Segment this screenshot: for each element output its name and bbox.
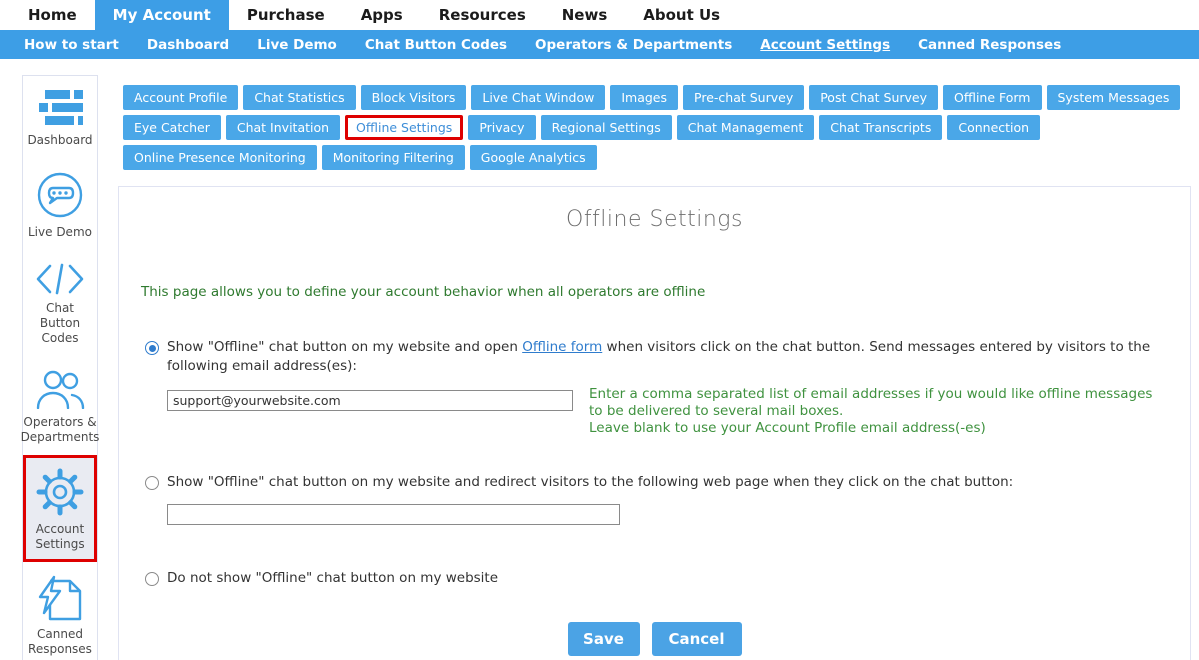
tab-chat-transcripts[interactable]: Chat Transcripts — [819, 115, 942, 140]
sub-nav: How to start Dashboard Live Demo Chat Bu… — [0, 30, 1199, 59]
email-helper-line-1: Enter a comma separated list of email ad… — [589, 386, 1164, 420]
email-helper-text: Enter a comma separated list of email ad… — [589, 386, 1164, 437]
offline-email-input[interactable] — [167, 390, 573, 411]
tab-images[interactable]: Images — [610, 85, 678, 110]
email-row: Enter a comma separated list of email ad… — [167, 390, 1168, 437]
sub-nav-chat-button-codes[interactable]: Chat Button Codes — [351, 37, 521, 53]
offline-settings-panel: Offline Settings This page allows you to… — [118, 186, 1191, 660]
top-nav: Home My Account Purchase Apps Resources … — [0, 0, 1199, 30]
sidebar-item-chat-button-codes[interactable]: Chat Button Codes — [23, 250, 97, 356]
tab-connection[interactable]: Connection — [947, 115, 1040, 140]
tab-eye-catcher[interactable]: Eye Catcher — [123, 115, 221, 140]
redirect-url-input[interactable] — [167, 504, 620, 525]
settings-tabs-row-1: Account Profile Chat Statistics Block Vi… — [118, 85, 1191, 170]
radio-hide-button[interactable] — [145, 572, 159, 586]
option-hide-button-label: Do not show "Offline" chat button on my … — [167, 569, 498, 588]
option-redirect-label: Show "Offline" chat button on my website… — [167, 473, 1013, 492]
sidebar: Dashboard Live Demo — [22, 75, 98, 660]
radio-show-offline-form[interactable] — [145, 341, 159, 355]
sub-nav-dashboard[interactable]: Dashboard — [133, 37, 243, 53]
sub-nav-canned-responses[interactable]: Canned Responses — [904, 37, 1075, 53]
dashboard-icon — [36, 89, 84, 133]
main-area: Account Profile Chat Statistics Block Vi… — [118, 85, 1191, 660]
tab-chat-invitation[interactable]: Chat Invitation — [226, 115, 340, 140]
page-description: This page allows you to define your acco… — [141, 284, 1168, 300]
option-show-offline-form-label: Show "Offline" chat button on my website… — [167, 338, 1152, 376]
top-nav-resources[interactable]: Resources — [421, 0, 544, 30]
sidebar-item-label: Operators & Departments — [21, 415, 100, 445]
option-hide-button: Do not show "Offline" chat button on my … — [141, 569, 1168, 588]
tab-online-presence-monitoring[interactable]: Online Presence Monitoring — [123, 145, 317, 170]
tab-privacy[interactable]: Privacy — [468, 115, 535, 140]
sub-nav-operators-departments[interactable]: Operators & Departments — [521, 37, 746, 53]
option-show-offline-form: Show "Offline" chat button on my website… — [141, 338, 1168, 376]
page-title: Offline Settings — [141, 207, 1168, 232]
tab-monitoring-filtering[interactable]: Monitoring Filtering — [322, 145, 465, 170]
gear-icon — [36, 468, 84, 522]
top-nav-my-account[interactable]: My Account — [95, 0, 229, 30]
tab-system-messages[interactable]: System Messages — [1047, 85, 1181, 110]
option-redirect: Show "Offline" chat button on my website… — [141, 473, 1168, 492]
tab-chat-statistics[interactable]: Chat Statistics — [243, 85, 355, 110]
tab-live-chat-window[interactable]: Live Chat Window — [471, 85, 605, 110]
top-nav-home[interactable]: Home — [10, 0, 95, 30]
sub-nav-live-demo[interactable]: Live Demo — [243, 37, 351, 53]
tab-google-analytics[interactable]: Google Analytics — [470, 145, 597, 170]
sidebar-item-operators-departments[interactable]: Operators & Departments — [23, 356, 97, 455]
top-nav-apps[interactable]: Apps — [343, 0, 421, 30]
button-row: Save Cancel — [141, 622, 1168, 656]
option-text-before-link: Show "Offline" chat button on my website… — [167, 339, 522, 355]
sidebar-item-account-settings[interactable]: Account Settings — [23, 455, 97, 562]
tab-pre-chat-survey[interactable]: Pre-chat Survey — [683, 85, 804, 110]
tab-offline-settings[interactable]: Offline Settings — [345, 115, 463, 140]
sidebar-item-label: Canned Responses — [25, 627, 95, 657]
tab-post-chat-survey[interactable]: Post Chat Survey — [809, 85, 938, 110]
sidebar-item-label: Dashboard — [27, 133, 92, 148]
offline-form-link[interactable]: Offline form — [522, 339, 602, 355]
cancel-button[interactable]: Cancel — [652, 622, 742, 656]
top-nav-about-us[interactable]: About Us — [625, 0, 738, 30]
top-nav-news[interactable]: News — [544, 0, 626, 30]
radio-redirect[interactable] — [145, 476, 159, 490]
chat-bubble-icon — [36, 171, 84, 225]
tab-offline-form[interactable]: Offline Form — [943, 85, 1041, 110]
email-helper-line-2: Leave blank to use your Account Profile … — [589, 420, 1164, 437]
sidebar-item-canned-responses[interactable]: Canned Responses — [23, 562, 97, 660]
sidebar-item-label: Chat Button Codes — [25, 301, 95, 346]
tab-chat-management[interactable]: Chat Management — [677, 115, 815, 140]
tab-account-profile[interactable]: Account Profile — [123, 85, 238, 110]
top-nav-purchase[interactable]: Purchase — [229, 0, 343, 30]
sidebar-item-label: Account Settings — [26, 522, 94, 552]
save-button[interactable]: Save — [568, 622, 640, 656]
lightning-page-icon — [36, 575, 84, 627]
code-icon — [35, 263, 85, 301]
people-icon — [34, 369, 86, 415]
sidebar-item-dashboard[interactable]: Dashboard — [23, 76, 97, 158]
tab-regional-settings[interactable]: Regional Settings — [541, 115, 672, 140]
sidebar-item-label: Live Demo — [28, 225, 92, 240]
tab-block-visitors[interactable]: Block Visitors — [361, 85, 467, 110]
sub-nav-account-settings[interactable]: Account Settings — [746, 37, 904, 53]
sub-nav-how-to-start[interactable]: How to start — [10, 37, 133, 53]
sidebar-item-live-demo[interactable]: Live Demo — [23, 158, 97, 250]
